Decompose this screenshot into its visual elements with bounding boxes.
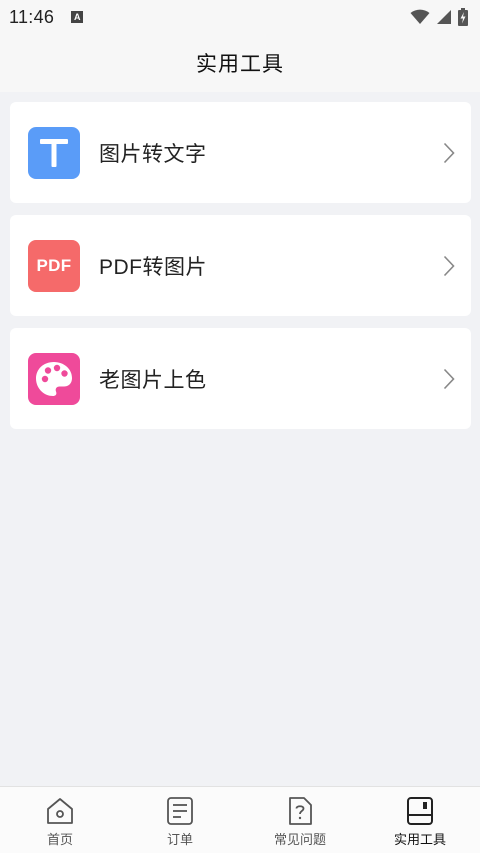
faq-icon (289, 797, 312, 825)
tool-image-to-text[interactable]: 图片转文字 (10, 102, 471, 203)
pdf-icon: PDF (28, 239, 80, 292)
tab-tools[interactable]: 实用工具 (360, 787, 480, 853)
page-title: 实用工具 (196, 53, 284, 76)
tab-label: 首页 (46, 832, 73, 847)
order-list-icon (167, 797, 193, 825)
tool-list: 图片转文字 PDF PDF转图片 老图片上色 (10, 102, 471, 441)
chevron-right-icon (443, 142, 455, 163)
palette-icon (28, 352, 80, 405)
tab-home[interactable]: 首页 (0, 787, 120, 853)
tool-colorize-old-photo[interactable]: 老图片上色 (10, 328, 471, 429)
status-bar: 11:46 A (0, 0, 480, 34)
tool-label: PDF转图片 (99, 255, 207, 279)
tab-label: 实用工具 (393, 832, 446, 847)
status-time: 11:46 (9, 6, 55, 27)
wifi-icon (410, 9, 430, 24)
pdf-icon-text: PDF (36, 255, 72, 275)
tool-label: 老图片上色 (99, 368, 207, 392)
chevron-right-icon (443, 255, 455, 276)
text-t-icon (28, 126, 80, 179)
bottom-tab-bar: 首页 订单 常见问题 实用工具 (0, 786, 480, 853)
page-header: 实用工具 (0, 34, 480, 92)
home-icon (47, 798, 73, 824)
battery-charging-icon (458, 8, 468, 26)
tab-faq[interactable]: 常见问题 (240, 787, 360, 853)
tools-icon (407, 797, 433, 825)
tab-label: 常见问题 (273, 832, 326, 847)
tab-label: 订单 (166, 832, 193, 847)
chevron-right-icon (443, 368, 455, 389)
tool-pdf-to-image[interactable]: PDF PDF转图片 (10, 215, 471, 316)
notification-badge: A (71, 11, 84, 23)
tab-orders[interactable]: 订单 (120, 787, 240, 853)
signal-icon (437, 10, 451, 24)
status-icons (410, 8, 468, 26)
tool-label: 图片转文字 (99, 142, 207, 166)
